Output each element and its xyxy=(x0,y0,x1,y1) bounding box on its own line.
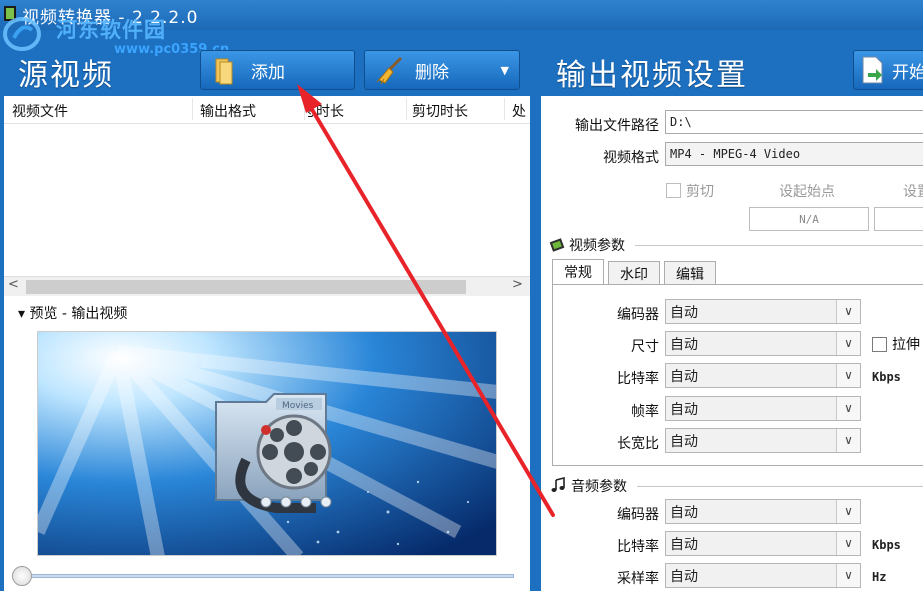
video-encoder-label: 编码器 xyxy=(617,307,659,323)
scrollbar-thumb[interactable] xyxy=(26,280,466,294)
set-end-point-label: 设置 xyxy=(903,184,923,200)
scroll-left-icon[interactable]: < xyxy=(8,277,19,292)
preview-label[interactable]: ▾ 预览 - 输出视频 xyxy=(18,303,127,323)
document-export-icon xyxy=(862,56,883,84)
file-list[interactable] xyxy=(4,125,530,275)
audio-encoder-label: 编码器 xyxy=(617,507,659,523)
sample-rate-unit: Hz xyxy=(872,570,887,584)
chevron-down-icon: ∨ xyxy=(836,532,860,555)
column-duration[interactable]: 总时长 xyxy=(308,101,404,121)
chevron-down-icon: ∨ xyxy=(836,564,860,587)
audio-bitrate-label: 比特率 xyxy=(617,539,659,555)
output-path-label: 输出文件路径 xyxy=(575,118,659,134)
audio-encoder-select[interactable]: 自动 ∨ xyxy=(665,499,861,524)
section-divider xyxy=(637,486,923,487)
output-settings-heading: 输出视频设置 xyxy=(556,58,748,93)
chevron-down-icon: ∨ xyxy=(836,300,860,323)
column-video-file[interactable]: 视频文件 xyxy=(12,101,68,121)
add-button-label: 添加 xyxy=(251,62,285,83)
column-divider[interactable] xyxy=(504,98,505,120)
video-format-label: 视频格式 xyxy=(603,150,659,166)
chevron-down-icon: ∨ xyxy=(836,364,860,387)
horizontal-scrollbar[interactable]: < > xyxy=(4,276,530,296)
tab-edit[interactable]: 编辑 xyxy=(664,261,716,285)
folder-icon xyxy=(215,58,233,85)
preview-movies-text: Movies xyxy=(282,401,314,411)
video-params-title: 视频参数 xyxy=(569,238,625,254)
audio-bitrate-unit: Kbps xyxy=(872,538,901,552)
end-point-field[interactable] xyxy=(874,207,923,231)
video-encoder-select[interactable]: 自动 ∨ xyxy=(665,299,861,324)
column-divider[interactable] xyxy=(192,98,193,120)
file-list-header: 视频文件 输出格式 总时长 剪切时长 处 xyxy=(4,96,530,124)
watermark-logo-icon xyxy=(3,17,41,51)
size-label: 尺寸 xyxy=(631,339,659,355)
video-preview: Movies xyxy=(37,331,497,556)
tab-watermark[interactable]: 水印 xyxy=(608,261,660,285)
size-select[interactable]: 自动 ∨ xyxy=(665,331,861,356)
output-settings-panel: 输出文件路径 D:\ 视频格式 MP4 - MPEG-4 Video 剪切 设起… xyxy=(541,96,923,591)
film-icon xyxy=(549,238,565,252)
cut-label: 剪切 xyxy=(686,184,714,200)
scroll-right-icon[interactable]: > xyxy=(512,277,523,292)
audio-params-title: 音频参数 xyxy=(571,479,627,495)
video-bitrate-select[interactable]: 自动 ∨ xyxy=(665,363,861,388)
frame-rate-select[interactable]: 自动 ∨ xyxy=(665,396,861,421)
chevron-down-icon: ∨ xyxy=(836,397,860,420)
start-button-label: 开始 xyxy=(892,62,923,83)
seek-track[interactable] xyxy=(20,574,514,578)
aspect-ratio-label: 长宽比 xyxy=(617,436,659,452)
chevron-down-icon: ∨ xyxy=(836,429,860,452)
audio-bitrate-select[interactable]: 自动 ∨ xyxy=(665,531,861,556)
preview-image: Movies xyxy=(38,332,496,555)
set-start-point-label: 设起始点 xyxy=(779,184,835,200)
source-video-heading: 源视频 xyxy=(18,58,114,93)
video-bitrate-unit: Kbps xyxy=(872,370,901,384)
column-cut-duration[interactable]: 剪切时长 xyxy=(412,101,468,121)
sample-rate-select[interactable]: 自动 ∨ xyxy=(665,563,861,588)
column-divider[interactable] xyxy=(406,98,407,120)
music-note-icon xyxy=(551,477,565,492)
frame-rate-label: 帧率 xyxy=(631,404,659,420)
start-button[interactable]: 开始 xyxy=(853,50,923,90)
add-button[interactable]: 添加 xyxy=(200,50,355,90)
chevron-down-icon: ∨ xyxy=(836,500,860,523)
column-divider[interactable] xyxy=(304,98,305,120)
source-panel: 视频文件 输出格式 总时长 剪切时长 处 < > ▾ 预览 - 输出视频 Mov… xyxy=(4,96,530,591)
column-processing[interactable]: 处 xyxy=(512,101,526,121)
tab-general[interactable]: 常规 xyxy=(552,259,604,285)
video-bitrate-label: 比特率 xyxy=(617,371,659,387)
cut-checkbox[interactable] xyxy=(666,183,681,198)
stretch-checkbox[interactable] xyxy=(872,337,887,352)
aspect-ratio-select[interactable]: 自动 ∨ xyxy=(665,428,861,453)
delete-button[interactable]: 删除 ▼ xyxy=(364,50,520,90)
start-point-field[interactable]: N/A xyxy=(749,207,869,231)
sample-rate-label: 采样率 xyxy=(617,571,659,587)
output-path-field[interactable]: D:\ xyxy=(665,110,923,134)
watermark-text: 河东软件园 xyxy=(56,17,166,42)
chevron-down-icon: ∨ xyxy=(836,332,860,355)
video-format-select[interactable]: MP4 - MPEG-4 Video xyxy=(665,142,923,166)
broom-icon xyxy=(376,56,403,85)
seek-slider-handle[interactable] xyxy=(12,566,32,586)
column-output-format[interactable]: 输出格式 xyxy=(200,101,256,121)
delete-button-label: 删除 xyxy=(415,62,449,83)
stretch-label: 拉伸 xyxy=(892,337,920,353)
chevron-down-icon[interactable]: ▼ xyxy=(501,64,509,77)
section-divider xyxy=(635,245,923,246)
